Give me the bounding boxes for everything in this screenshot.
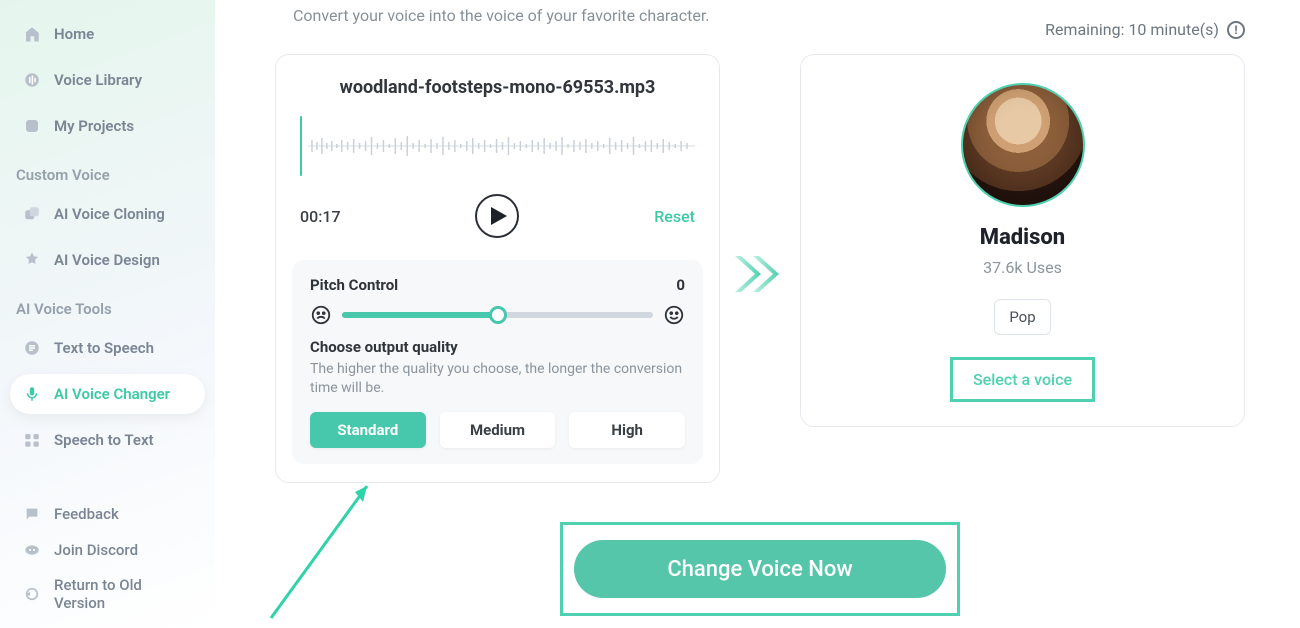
pitch-high-icon	[663, 304, 685, 326]
sidebar-item-label: AI Voice Design	[54, 251, 160, 269]
source-filename: woodland-footsteps-mono-69553.mp3	[288, 77, 707, 98]
annotation-arrow-icon	[263, 476, 383, 626]
sidebar-item-label: Return to Old Version	[54, 576, 193, 612]
settings-panel: Pitch Control 0 Choose output quality Th…	[292, 260, 703, 464]
quality-btn-standard[interactable]: Standard	[310, 412, 426, 448]
sidebar-item-home[interactable]: Home	[10, 14, 205, 54]
sidebar-item-label: AI Voice Changer	[54, 385, 170, 403]
voice-name: Madison	[813, 225, 1232, 250]
select-voice-button[interactable]: Select a voice	[950, 357, 1095, 402]
source-audio-card: woodland-footsteps-mono-69553.mp3 00:17 …	[275, 54, 720, 483]
projects-icon	[22, 116, 42, 136]
change-voice-button[interactable]: Change Voice Now	[574, 540, 946, 598]
quality-btn-high[interactable]: High	[569, 412, 685, 448]
home-icon	[22, 24, 42, 44]
sidebar-item-ai-voice-design[interactable]: AI Voice Design	[10, 240, 205, 280]
sidebar-item-label: Feedback	[54, 505, 119, 523]
cta-highlight: Change Voice Now	[560, 522, 960, 616]
voice-uses: 37.6k Uses	[813, 258, 1232, 277]
quality-hint: The higher the quality you choose, the l…	[310, 360, 685, 398]
sidebar-item-my-projects[interactable]: My Projects	[10, 106, 205, 146]
waveform[interactable]	[288, 120, 707, 172]
remaining-text: Remaining: 10 minute(s)	[1045, 20, 1219, 39]
sidebar-section-custom-voice: Custom Voice	[10, 152, 205, 194]
voice-card: Madison 37.6k Uses Pop Select a voice	[800, 54, 1245, 427]
sidebar-item-label: AI Voice Cloning	[54, 205, 165, 223]
pitch-slider[interactable]	[342, 312, 653, 318]
sidebar-item-label: Speech to Text	[54, 431, 154, 449]
pitch-value: 0	[676, 276, 685, 294]
mic-icon	[22, 384, 42, 404]
sidebar-item-speech-to-text[interactable]: Speech to Text	[10, 420, 205, 460]
pitch-low-icon	[310, 304, 332, 326]
main-content: Convert your voice into the voice of you…	[215, 0, 1300, 628]
sidebar-item-label: Voice Library	[54, 71, 142, 89]
playhead-cursor[interactable]	[300, 116, 302, 176]
info-icon[interactable]: !	[1227, 21, 1245, 39]
return-icon	[22, 584, 42, 604]
sidebar-item-join-discord[interactable]: Join Discord	[10, 534, 205, 566]
sidebar-item-label: Home	[54, 25, 94, 43]
sidebar-item-label: Join Discord	[54, 541, 138, 559]
discord-icon	[22, 540, 42, 560]
timecode: 00:17	[300, 207, 341, 226]
voice-avatar[interactable]	[961, 83, 1085, 207]
transform-arrow-icon	[735, 252, 787, 300]
page-subtitle: Convert your voice into the voice of you…	[293, 6, 710, 25]
quality-title: Choose output quality	[310, 338, 685, 356]
remaining-minutes: Remaining: 10 minute(s) !	[1045, 20, 1245, 39]
sidebar: Home Voice Library My Projects Custom Vo…	[0, 0, 215, 628]
tts-icon	[22, 338, 42, 358]
sidebar-item-ai-voice-changer[interactable]: AI Voice Changer	[10, 374, 205, 414]
sidebar-item-label: Text to Speech	[54, 339, 154, 357]
design-icon	[22, 250, 42, 270]
feedback-icon	[22, 504, 42, 524]
sidebar-item-voice-library[interactable]: Voice Library	[10, 60, 205, 100]
sidebar-item-feedback[interactable]: Feedback	[10, 498, 205, 530]
quality-btn-medium[interactable]: Medium	[440, 412, 556, 448]
sidebar-item-ai-voice-cloning[interactable]: AI Voice Cloning	[10, 194, 205, 234]
pitch-control-label: Pitch Control	[310, 276, 398, 294]
library-icon	[22, 70, 42, 90]
play-button[interactable]	[475, 194, 519, 238]
sidebar-section-ai-voice-tools: AI Voice Tools	[10, 286, 205, 328]
sidebar-item-text-to-speech[interactable]: Text to Speech	[10, 328, 205, 368]
sidebar-item-return-old-version[interactable]: Return to Old Version	[10, 570, 205, 618]
play-icon	[491, 207, 507, 225]
voice-tag: Pop	[994, 299, 1050, 335]
cloning-icon	[22, 204, 42, 224]
sidebar-item-label: My Projects	[54, 117, 134, 135]
stt-icon	[22, 430, 42, 450]
reset-button[interactable]: Reset	[654, 207, 695, 226]
quality-options: Standard Medium High	[310, 412, 685, 448]
